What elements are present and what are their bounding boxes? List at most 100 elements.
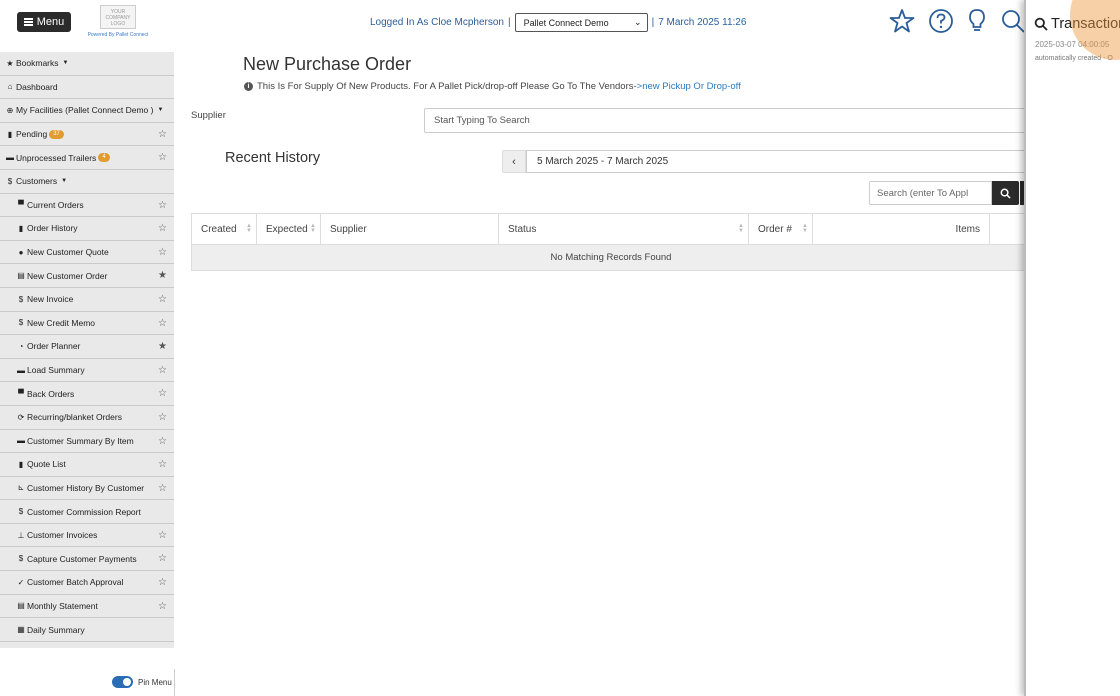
column-header[interactable]: Supplier xyxy=(321,214,499,244)
bookmark-star-icon[interactable]: ☆ xyxy=(158,577,167,588)
sidebar-item[interactable]: ▤ Monthly Statement ☆ xyxy=(0,595,174,619)
sidebar-item-label: New Customer Quote xyxy=(27,247,109,258)
sidebar-item[interactable]: ⊕ My Facilities (Pallet Connect Demo ) ▼ xyxy=(0,99,174,123)
sidebar-item-icon: $ xyxy=(18,554,24,564)
new-pickup-link[interactable]: >new Pickup Or Drop-off xyxy=(637,81,741,92)
sidebar-item-label: Bookmarks xyxy=(16,58,59,69)
bookmark-star-icon[interactable]: ☆ xyxy=(158,200,167,211)
bookmark-star-icon[interactable]: ☆ xyxy=(158,365,167,376)
bookmark-star-icon[interactable]: ☆ xyxy=(158,601,167,612)
supplier-label: Supplier xyxy=(191,110,226,121)
sidebar-item-label: Dashboard xyxy=(16,81,58,92)
sidebar-item[interactable]: ⊾ Customer History By Customer ☆ xyxy=(0,477,174,501)
sidebar-item[interactable]: ✓ Customer Batch Approval ☆ xyxy=(0,571,174,595)
column-header[interactable]: Expected ▲ ▼ xyxy=(257,214,321,244)
table-search-input[interactable]: Search (enter To Appl xyxy=(869,181,992,205)
sidebar-item[interactable]: ◔ Order Planner ★ xyxy=(0,335,174,359)
sidebar-item[interactable]: ▬ Customer Summary By Item ☆ xyxy=(0,430,174,454)
bookmark-star-icon[interactable]: ☆ xyxy=(158,553,167,564)
sidebar-item-label: Load Summary xyxy=(27,365,85,376)
sidebar-item[interactable]: ▮ Order History ☆ xyxy=(0,217,174,241)
sidebar-item-icon: ▮ xyxy=(18,459,24,469)
date-prev-button[interactable]: ‹ xyxy=(502,150,526,173)
chevron-left-icon: ‹ xyxy=(512,155,516,168)
sidebar-item[interactable]: ⌂ Dashboard xyxy=(0,76,174,100)
sidebar-item-icon: ▬ xyxy=(17,436,25,446)
sidebar-item[interactable]: ▦ Daily Summary xyxy=(0,618,174,642)
table-search-button[interactable] xyxy=(992,181,1019,205)
bookmark-star-icon[interactable]: ☆ xyxy=(158,436,167,447)
bookmark-star-icon[interactable]: ☆ xyxy=(158,247,167,258)
bookmark-star-icon[interactable]: ☆ xyxy=(158,223,167,234)
sidebar-item[interactable]: ● New Customer Quote ☆ xyxy=(0,241,174,265)
pin-menu-toggle[interactable] xyxy=(112,676,133,688)
column-header[interactable]: Order # ▲ ▼ xyxy=(749,214,813,244)
login-info: Logged In As Cloe Mcpherson | Pallet Con… xyxy=(370,13,746,32)
info-icon: i xyxy=(244,82,253,91)
column-header-label: Expected xyxy=(266,223,308,235)
sidebar-item[interactable]: $ New Credit Memo ☆ xyxy=(0,312,174,336)
info-line: i This Is For Supply Of New Products. Fo… xyxy=(244,81,741,92)
bookmark-star-icon[interactable]: ☆ xyxy=(158,530,167,541)
sidebar-item-label: Quote List xyxy=(27,459,66,470)
lightbulb-icon[interactable] xyxy=(964,8,990,34)
sidebar-item-icon: ◔ xyxy=(18,341,24,351)
star-icon[interactable] xyxy=(889,8,915,34)
sidebar-item-label: New Customer Order xyxy=(27,270,108,281)
count-badge: 37 xyxy=(49,129,64,139)
sidebar-item[interactable]: ▬ Load Summary ☆ xyxy=(0,359,174,383)
sidebar-item-icon: ▮ xyxy=(18,223,24,233)
sidebar-item[interactable]: ▀ Back Orders ☆ xyxy=(0,382,174,406)
sidebar-item[interactable]: $ Customers ▼ xyxy=(0,170,174,194)
bookmark-star-icon[interactable]: ★ xyxy=(158,341,167,352)
sidebar-item-icon: ▤ xyxy=(17,601,25,611)
search-icon xyxy=(1000,188,1011,199)
sidebar-item-label: New Invoice xyxy=(27,294,74,305)
sidebar-item[interactable]: ▬ Unprocessed Trailers 4 ☆ xyxy=(0,146,174,170)
column-header-label: Items xyxy=(955,223,980,235)
search-icon[interactable] xyxy=(1000,8,1026,34)
column-header[interactable]: Status ▲ ▼ xyxy=(499,214,749,244)
caret-down-icon: ▼ xyxy=(157,107,164,114)
bookmark-star-icon[interactable]: ☆ xyxy=(158,412,167,423)
chevron-down-icon: ⌄ xyxy=(634,17,642,27)
sidebar-item[interactable]: $ New Invoice ☆ xyxy=(0,288,174,312)
bookmark-star-icon[interactable]: ☆ xyxy=(158,152,167,163)
menu-button[interactable]: Menu xyxy=(17,12,71,32)
column-header[interactable]: Items xyxy=(813,214,990,244)
help-icon[interactable] xyxy=(928,8,954,34)
sidebar-item-icon: $ xyxy=(18,294,24,304)
bookmark-star-icon[interactable]: ☆ xyxy=(158,129,167,140)
sidebar-item-icon: ⊕ xyxy=(6,105,14,115)
sidebar-item[interactable]: $ Capture Customer Payments ☆ xyxy=(0,547,174,572)
sidebar-item[interactable]: ▮ Quote List ☆ xyxy=(0,453,174,477)
column-header[interactable]: Created ▲ ▼ xyxy=(192,214,257,244)
bookmark-star-icon[interactable]: ★ xyxy=(158,270,167,281)
sidebar-item[interactable]: ⟳ Recurring/blanket Orders ☆ xyxy=(0,406,174,430)
sidebar-item[interactable]: ⊥ Customer Invoices ☆ xyxy=(0,524,174,548)
sidebar-item[interactable]: ▬★ xyxy=(0,642,174,649)
bookmark-star-icon[interactable]: ☆ xyxy=(158,318,167,329)
sidebar-item[interactable]: ▤ New Customer Order ★ xyxy=(0,264,174,288)
date-range-input[interactable]: 5 March 2025 - 7 March 2025 xyxy=(526,150,1034,173)
info-text: This Is For Supply Of New Products. For … xyxy=(257,81,637,92)
sort-icon: ▲ ▼ xyxy=(802,223,808,234)
sidebar-item[interactable]: ★ Bookmarks ▼ xyxy=(0,52,174,76)
sidebar-item-icon: ★ xyxy=(6,58,14,68)
supplier-search-input[interactable]: Start Typing To Search xyxy=(424,108,1034,133)
bookmark-star-icon[interactable]: ☆ xyxy=(158,294,167,305)
bookmark-star-icon[interactable]: ☆ xyxy=(158,388,167,399)
sidebar-item-label: Current Orders xyxy=(27,199,84,210)
sidebar-item[interactable]: ▀ Current Orders ☆ xyxy=(0,194,174,218)
bookmark-star-icon[interactable]: ☆ xyxy=(158,459,167,470)
sidebar-item-label: Customer History By Customer xyxy=(27,482,145,493)
caret-down-icon: ▼ xyxy=(61,178,68,185)
sidebar-item[interactable]: ▮ Pending 37 ☆ xyxy=(0,123,174,147)
bookmark-star-icon[interactable]: ☆ xyxy=(158,483,167,494)
sidebar-item-icon: ▦ xyxy=(17,625,25,635)
caret-down-icon: ▼ xyxy=(62,60,69,67)
date-range-value: 5 March 2025 - 7 March 2025 xyxy=(537,156,669,167)
sidebar-item[interactable]: $ Customer Commission Report xyxy=(0,500,174,524)
facility-select[interactable]: Pallet Connect Demo ⌄ xyxy=(514,13,648,32)
column-header-label: Created xyxy=(201,223,237,235)
